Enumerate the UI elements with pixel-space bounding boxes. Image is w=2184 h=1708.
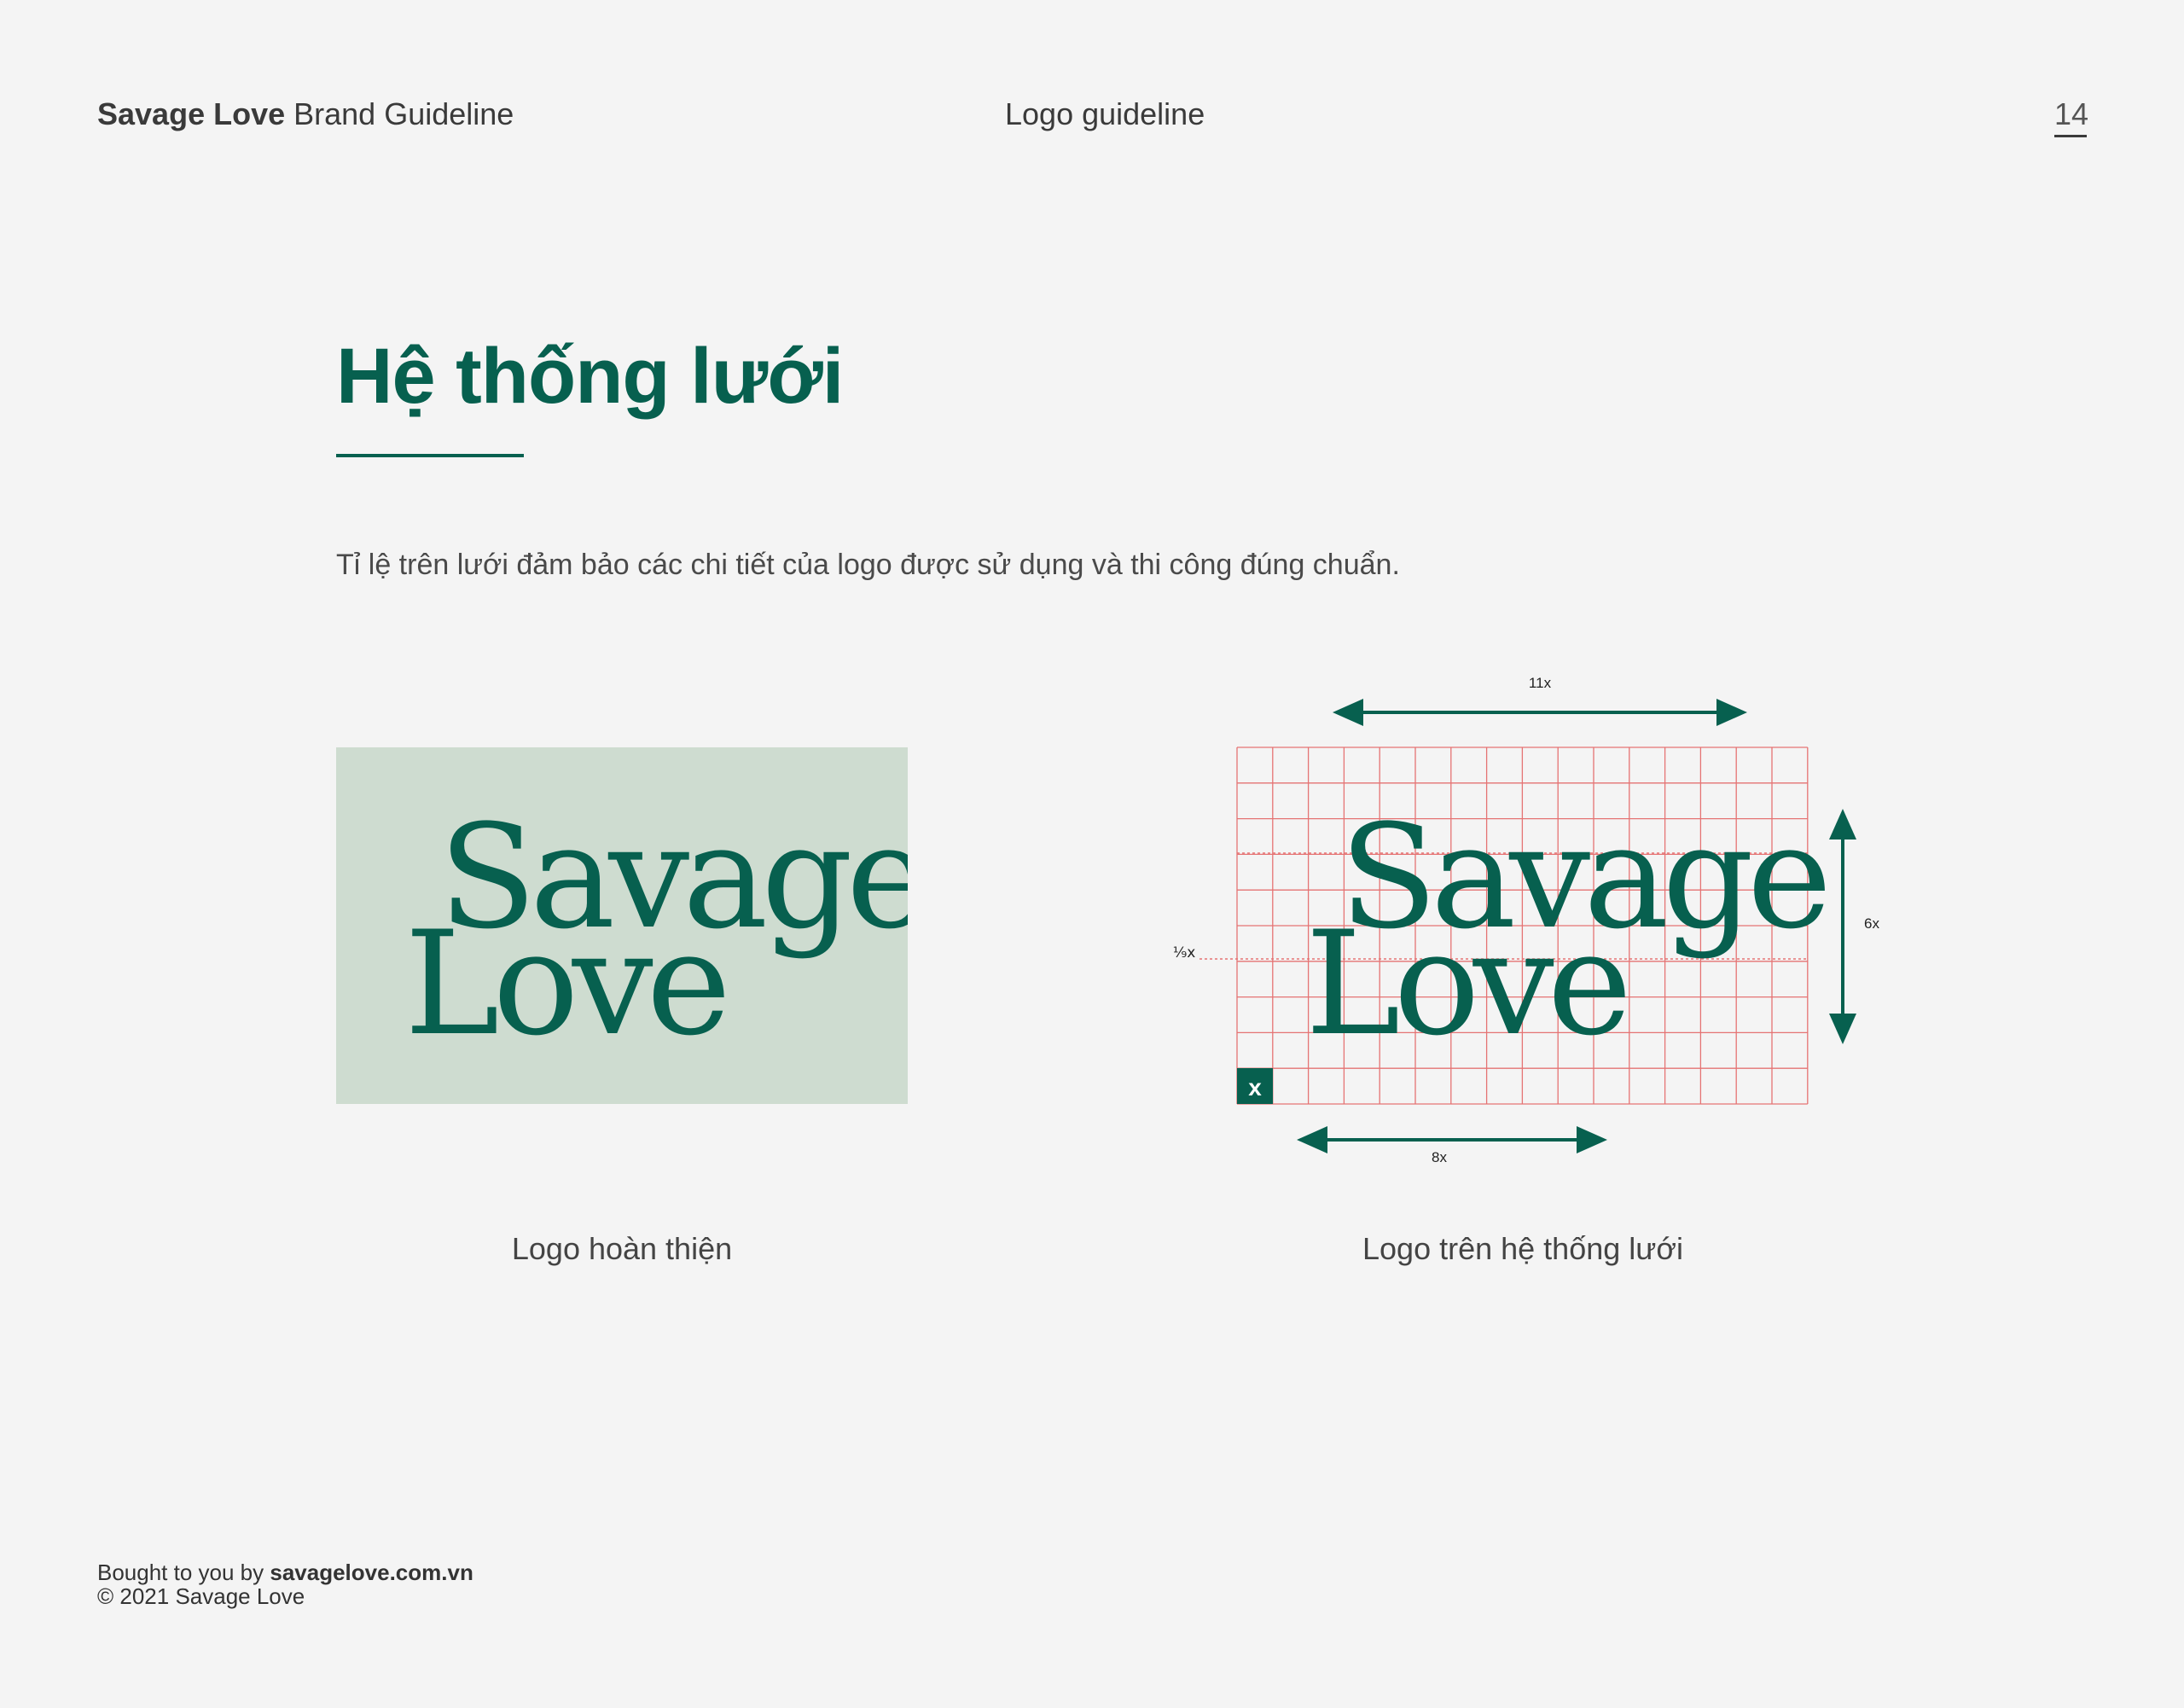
footer-credit: Bought to you by savagelove.com.vn [97,1560,473,1586]
page-number: 14 [2054,96,2089,131]
footer-site-link[interactable]: savagelove.com.vn [270,1560,473,1585]
page-title: Hệ thống lưới [336,333,844,420]
caption-final-logo: Logo hoàn thiện [511,1231,733,1266]
title-divider [336,454,524,457]
final-logo-panel: Savage Love [336,747,932,1104]
caption-grid-logo: Logo trên hệ thống lưới [1362,1231,1683,1266]
logo-grid-diagram: Savage Love x 11x 6x 8x ⅑x [1173,675,1880,1165]
offset-label: ⅑x [1173,944,1196,961]
grid-logo-word-love: Love [1305,900,1626,1067]
footer-copyright: © 2021 Savage Love [97,1583,305,1609]
final-logo: Savage Love [404,793,932,1067]
brand-name: Savage Love [97,96,286,131]
bottom-width-label: 8x [1432,1149,1447,1165]
logo-word-love: Love [404,900,725,1067]
footer-credit-prefix: Bought to you by [97,1560,264,1585]
page-number-underline [2054,135,2087,137]
height-label: 6x [1864,915,1879,932]
unit-square-label: x [1248,1074,1262,1101]
width-label: 11x [1529,675,1552,691]
brand-title: Savage Love Brand Guideline [97,96,514,133]
page-description: Tỉ lệ trên lưới đảm bảo các chi tiết của… [336,549,1400,581]
brand-subtitle: Brand Guideline [293,96,514,131]
section-title: Logo guideline [1005,96,1205,131]
